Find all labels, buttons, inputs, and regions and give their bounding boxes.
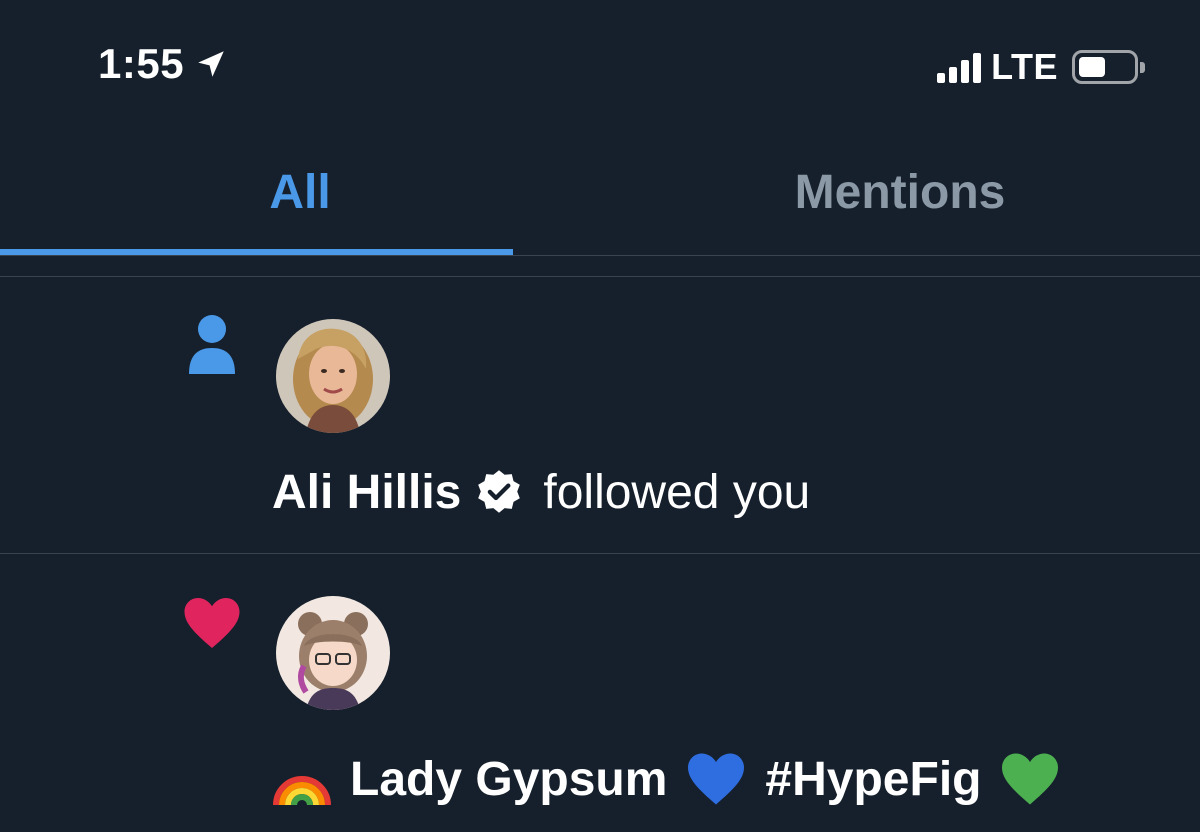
rainbow-emoji-icon bbox=[273, 776, 331, 805]
avatar[interactable] bbox=[276, 319, 390, 433]
notification-item-follow[interactable]: Ali Hillis followed you bbox=[0, 277, 1200, 554]
clock-text: 1:55 bbox=[98, 40, 185, 87]
tab-all-label: All bbox=[269, 166, 331, 219]
heart-icon bbox=[182, 593, 242, 653]
notification-action: followed you bbox=[543, 466, 811, 519]
status-indicators: LTE bbox=[937, 46, 1145, 88]
user-name[interactable]: Lady Gypsum bbox=[350, 752, 667, 807]
notifications-screen: 1:55 LTE All Mentions Ali Hillis followe… bbox=[0, 0, 1200, 832]
user-name[interactable]: Ali Hillis bbox=[272, 465, 461, 520]
hashtag-link[interactable]: #HypeFig bbox=[765, 752, 981, 807]
verified-badge-icon bbox=[478, 469, 521, 513]
carrier-label: LTE bbox=[991, 46, 1058, 87]
battery-icon bbox=[1072, 50, 1145, 84]
avatar[interactable] bbox=[276, 596, 390, 710]
blue-heart-emoji-icon bbox=[688, 753, 745, 805]
cellular-signal-icon bbox=[937, 51, 982, 83]
status-bar: 1:55 LTE bbox=[0, 0, 1200, 130]
notification-text: Lady Gypsum #HypeFig bbox=[272, 751, 1079, 807]
notification-tabs: All Mentions bbox=[0, 130, 1200, 256]
notification-text: Ali Hillis followed you bbox=[272, 465, 810, 520]
notification-item-like[interactable]: Lady Gypsum #HypeFig bbox=[0, 555, 1200, 832]
tab-all[interactable]: All bbox=[0, 130, 600, 255]
green-heart-emoji-icon bbox=[1002, 753, 1059, 805]
active-tab-indicator bbox=[0, 249, 513, 255]
clock: 1:55 bbox=[98, 40, 228, 88]
location-arrow-icon bbox=[198, 51, 224, 77]
tab-mentions[interactable]: Mentions bbox=[600, 130, 1200, 255]
tab-mentions-label: Mentions bbox=[794, 166, 1006, 219]
person-icon bbox=[182, 315, 242, 375]
